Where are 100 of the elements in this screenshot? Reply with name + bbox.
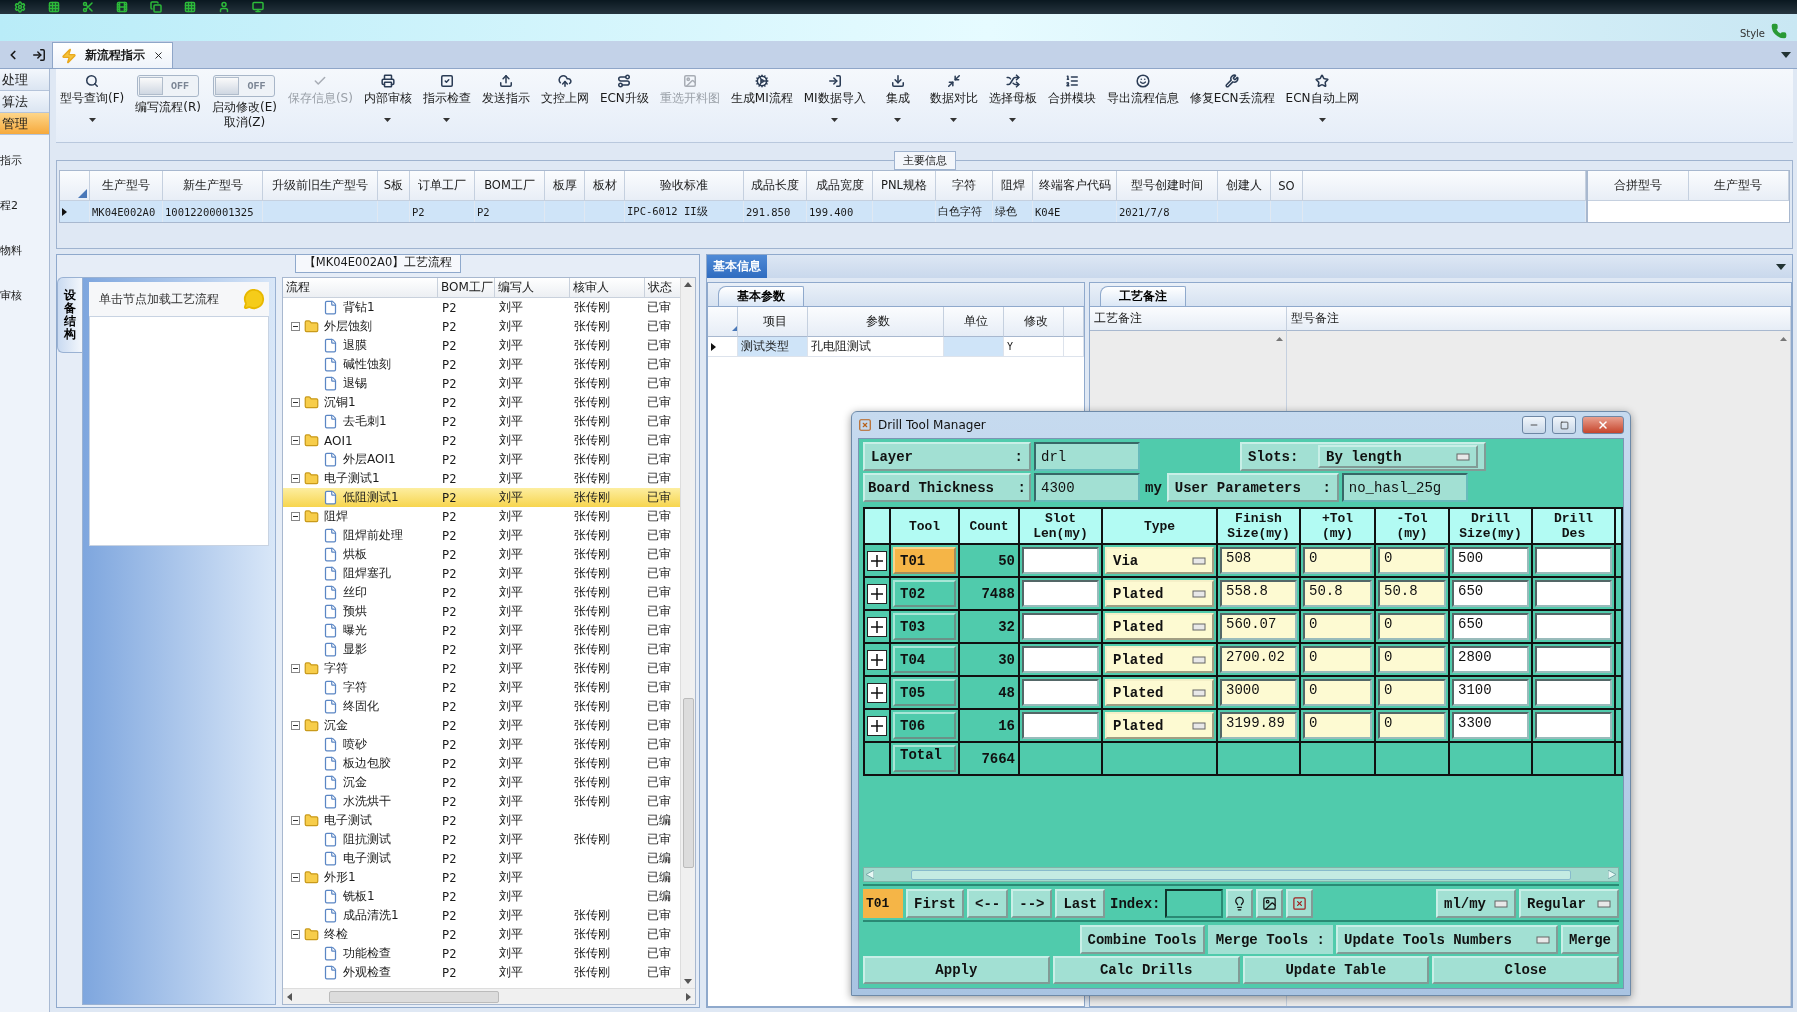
column-header[interactable]: 板材 [585,171,625,201]
minus-tolerance-field[interactable]: 0 [1378,712,1446,739]
column-header[interactable]: PNL规格 [873,171,936,201]
plus-tolerance-field[interactable]: 50.8 [1303,580,1372,607]
units-dropdown[interactable]: ml/my [1436,889,1516,918]
drill-size-field[interactable]: 650 [1452,613,1529,640]
tree-row[interactable]: 成品清洗1 P2 刘平 张传刚 已审 [283,906,680,925]
finish-size-field[interactable]: 3199.89 [1220,712,1297,739]
slot-length-field[interactable] [1022,580,1099,607]
film-icon[interactable] [116,1,128,13]
scroll-up-icon[interactable] [684,282,692,287]
layer-field[interactable]: drl [1034,442,1140,471]
finish-size-field[interactable]: 560.07 [1220,613,1297,640]
column-header[interactable]: 流程 [283,278,438,298]
action-button[interactable]: Close [1432,956,1619,984]
nav-item[interactable]: 管理 [0,113,49,135]
slot-length-field[interactable] [1022,547,1099,574]
collapse-icon[interactable] [291,474,300,483]
finish-size-field[interactable]: 508 [1220,547,1297,574]
column-header[interactable]: 订单工厂 [410,171,475,201]
tree-row[interactable]: 阻抗测试 P2 刘平 张传刚 已审 [283,830,680,849]
tree-row[interactable]: 背钻1 P2 刘平 张传刚 已审 [283,298,680,317]
tree-row[interactable]: 丝印 P2 刘平 张传刚 已审 [283,583,680,602]
column-header[interactable]: 板厚 [545,171,585,201]
column-header[interactable]: 修改 [1004,307,1064,337]
drill-description-field[interactable] [1535,646,1612,673]
expand-button[interactable] [867,682,887,703]
column-header[interactable]: 创建人 [1218,171,1271,201]
toolbar-button[interactable]: 型号查询(F) [60,71,125,122]
scroll-thumb[interactable] [682,698,694,868]
column-header[interactable]: 参数 [808,307,944,337]
navigation-button[interactable]: First [906,889,964,918]
navigation-button[interactable]: Last [1055,889,1106,918]
scroll-thumb[interactable] [329,990,499,1003]
minus-tolerance-field[interactable]: 0 [1378,646,1446,673]
action-button[interactable]: Update Table [1242,956,1430,984]
drill-description-field[interactable] [1535,547,1612,574]
nav-link[interactable]: 物料 [0,243,49,258]
tree-row[interactable]: AOI1 P2 刘平 张传刚 已审 [283,431,680,450]
index-field[interactable] [1165,889,1224,918]
tree-row[interactable]: 终固化 P2 刘平 张传刚 已审 [283,697,680,716]
scissors-icon[interactable] [82,1,94,13]
toolbar-button[interactable]: ECN自动上网 [1285,71,1359,122]
tool-button[interactable]: T04 [893,646,956,673]
column-header[interactable]: 工艺备注 [1090,307,1287,331]
tree-row[interactable]: 功能检查 P2 刘平 张传刚 已审 [283,944,680,963]
column-header[interactable]: 阻焊 [993,171,1033,201]
collapse-icon[interactable] [291,930,300,939]
action-button[interactable]: Calc Drills [1052,956,1240,984]
column-header[interactable]: 生产型号 [90,171,163,201]
tree-row[interactable]: 铣板1 P2 刘平 已编 [283,887,680,906]
nav-link[interactable]: 程2 [0,198,49,213]
user-parameters-field[interactable]: no_hasl_25g [1341,473,1468,502]
drill-description-field[interactable] [1535,613,1612,640]
toolbar-button[interactable]: 文控上网 [540,71,589,122]
collapse-icon[interactable] [291,512,300,521]
minus-tolerance-field[interactable]: 0 [1378,547,1446,574]
close-icon[interactable] [153,50,164,61]
column-header[interactable]: BOM工厂 [438,278,495,298]
column-header[interactable]: 生产型号 [1688,171,1789,201]
minus-tolerance-field[interactable]: 50.8 [1378,580,1446,607]
plus-tolerance-field[interactable]: 0 [1303,547,1372,574]
toolbar-button[interactable]: 导出流程信息 [1106,71,1179,122]
column-header[interactable]: 成品长度 [744,171,807,201]
column-header[interactable]: 新生产型号 [163,171,263,201]
scroll-left-icon[interactable] [287,992,292,1001]
tree-row[interactable]: 板边包胶 P2 刘平 张传刚 已审 [283,754,680,773]
column-header[interactable]: 终端客户代码 [1033,171,1117,201]
tree-row[interactable]: 外观检查 P2 刘平 张传刚 已审 [283,963,680,982]
column-header[interactable]: 升级前旧生产型号 [263,171,378,201]
tree-row[interactable]: 终检 P2 刘平 张传刚 已审 [283,925,680,944]
tree-row[interactable]: 沉金 P2 刘平 张传刚 已审 [283,716,680,735]
column-header[interactable]: 核审人 [570,278,645,298]
panel-tab[interactable]: 基本参数 [718,286,804,306]
tree-row[interactable]: 外形1 P2 刘平 已编 [283,868,680,887]
column-header[interactable]: 成品宽度 [807,171,873,201]
tree-row[interactable]: 字符 P2 刘平 张传刚 已审 [283,678,680,697]
merge-option-dropdown[interactable]: Update Tools Numbers [1336,925,1558,954]
thickness-field[interactable]: 4300 [1034,473,1140,502]
plus-tolerance-field[interactable]: 0 [1303,646,1372,673]
tree-row[interactable]: 水洗烘干 P2 刘平 张传刚 已审 [283,792,680,811]
slot-length-field[interactable] [1022,613,1099,640]
plus-tolerance-field[interactable]: 0 [1303,679,1372,706]
tree-row[interactable]: 曝光 P2 刘平 张传刚 已审 [283,621,680,640]
grid-icon[interactable] [48,1,60,13]
tree-row[interactable]: 电子测试1 P2 刘平 张传刚 已审 [283,469,680,488]
drill-size-field[interactable]: 3300 [1452,712,1529,739]
tree-row[interactable]: 烘板 P2 刘平 张传刚 已审 [283,545,680,564]
combine-tools-button[interactable]: Combine Tools [1079,925,1205,954]
image-button[interactable] [1256,889,1284,918]
tree-row[interactable]: 外层AOI1 P2 刘平 张传刚 已审 [283,450,680,469]
user-icon[interactable] [218,1,230,13]
enter-icon[interactable] [32,47,46,62]
copy-icon[interactable] [150,1,162,13]
drill-description-field[interactable] [1535,580,1612,607]
mode-dropdown[interactable]: Regular [1519,889,1619,918]
slot-length-field[interactable] [1022,679,1099,706]
tool-button[interactable]: T03 [893,613,956,640]
nav-link[interactable]: 审核 [0,288,49,303]
column-header[interactable]: 合拼型号 [1588,171,1689,201]
